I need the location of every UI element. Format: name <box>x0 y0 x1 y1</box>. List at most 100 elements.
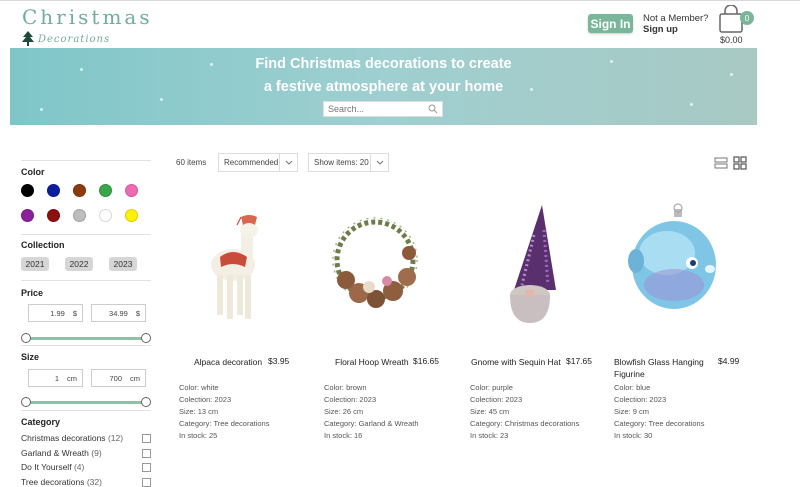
category-checkbox[interactable] <box>142 462 151 472</box>
chevron-down-icon <box>370 154 388 171</box>
size-slider-track[interactable] <box>26 401 146 404</box>
product-size: Size: 45 cm <box>470 407 510 416</box>
search-icon[interactable] <box>428 104 438 114</box>
divider <box>21 280 151 281</box>
color-swatch[interactable] <box>47 184 60 197</box>
product-name[interactable]: Blowfish Glass Hanging Figurine <box>614 356 704 380</box>
wreath-image[interactable] <box>321 195 461 330</box>
gnome-image[interactable] <box>466 195 606 330</box>
not-member-text: Not a Member? <box>643 13 709 24</box>
top-border <box>0 0 800 1</box>
search-input[interactable] <box>328 104 428 114</box>
year-2021-chip[interactable]: 2021 <box>21 257 49 271</box>
product-stock: In stock: 16 <box>324 431 363 440</box>
product-color: Color: white <box>179 383 219 392</box>
hero-heading: Find Christmas decorations to create a f… <box>10 53 757 99</box>
year-2022-chip[interactable]: 2022 <box>65 257 93 271</box>
product-category: Category: Tree decorations <box>179 419 270 428</box>
color-swatch[interactable] <box>47 209 60 222</box>
product-size: Size: 26 cm <box>324 407 364 416</box>
size-slider-max-handle[interactable] <box>141 397 151 407</box>
brand-logo[interactable]: Christmas Decorations <box>22 5 153 47</box>
product-collection: Colection: 2023 <box>324 395 377 404</box>
product-size: Size: 13 cm <box>179 407 219 416</box>
cart-button[interactable]: 0 $0.00 <box>716 5 756 47</box>
category-checkbox[interactable] <box>142 433 151 443</box>
category-count: (32) <box>86 477 102 487</box>
product-name[interactable]: Alpaca decoration <box>194 356 262 368</box>
price-min-value: 1.99 <box>50 308 65 318</box>
category-checkbox[interactable] <box>142 448 151 458</box>
christmas-tree-icon <box>22 31 34 46</box>
sign-up-link[interactable]: Sign up <box>643 24 708 35</box>
color-swatch[interactable] <box>73 184 86 197</box>
product-details: Color: brown Colection: 2023 Size: 26 cm… <box>324 382 419 442</box>
year-2023-chip[interactable]: 2023 <box>109 257 137 271</box>
product-price: $3.95 <box>268 356 290 366</box>
sort-select[interactable]: Recommended <box>218 153 298 172</box>
size-max-field[interactable]: 700 cm <box>91 369 146 387</box>
blowfish-image[interactable] <box>612 195 752 330</box>
product-name-line2: Figurine <box>614 369 645 379</box>
color-filter-heading: Color <box>21 167 45 177</box>
product-size: Size: 9 cm <box>614 407 650 416</box>
color-swatch[interactable] <box>21 184 34 197</box>
color-swatch[interactable] <box>21 209 34 222</box>
alpaca-image[interactable] <box>175 195 315 330</box>
size-max-unit: cm <box>130 373 140 383</box>
size-max-value: 700 <box>109 373 122 383</box>
brand-subtitle-row: Decorations <box>22 31 153 47</box>
sign-in-button[interactable]: Sign In <box>588 14 633 33</box>
product-details: Color: blue Colection: 2023 Size: 9 cm C… <box>614 382 704 442</box>
show-items-select[interactable]: Show items: 20 <box>308 153 389 172</box>
brand-subtitle: Decorations <box>38 33 111 45</box>
product-stock: In stock: 23 <box>470 431 509 440</box>
product-color: Color: purple <box>470 383 513 392</box>
price-max-field[interactable]: 34.99 $ <box>91 304 146 322</box>
color-swatch[interactable] <box>73 209 86 222</box>
category-checkbox[interactable] <box>142 477 151 487</box>
search-box[interactable] <box>323 101 443 117</box>
price-filter-heading: Price <box>21 288 44 298</box>
product-stock: In stock: 30 <box>614 431 653 440</box>
price-max-value: 34.99 <box>109 308 128 318</box>
size-min-unit: cm <box>67 373 77 383</box>
chevron-down-icon <box>279 154 297 171</box>
list-view-icon[interactable] <box>714 156 728 170</box>
product-name[interactable]: Floral Hoop Wreath <box>335 356 409 368</box>
category-count: (4) <box>73 462 85 472</box>
category-row[interactable]: Tree decorations (32) <box>21 477 151 487</box>
divider <box>21 410 151 411</box>
product-category: Category: Garland & Wreath <box>324 419 419 428</box>
product-price: $17.65 <box>566 356 592 366</box>
category-row[interactable]: Christmas decorations (12) <box>21 433 151 443</box>
divider <box>21 345 151 346</box>
product-collection: Colection: 2023 <box>614 395 667 404</box>
color-swatch[interactable] <box>125 184 138 197</box>
color-swatch[interactable] <box>125 209 138 222</box>
category-name: Christmas decorations <box>21 433 106 443</box>
color-swatch[interactable] <box>99 184 112 197</box>
price-slider-track[interactable] <box>26 337 146 340</box>
grid-view-icon[interactable] <box>733 156 747 170</box>
hero-line-1: Find Christmas decorations to create <box>255 56 512 72</box>
product-category: Category: Christmas decorations <box>470 419 580 428</box>
collection-filter-heading: Collection <box>21 240 65 250</box>
product-color: Color: brown <box>324 383 367 392</box>
category-name: Garland & Wreath <box>21 448 89 458</box>
price-min-unit: $ <box>72 308 77 318</box>
size-min-field[interactable]: 1 cm <box>28 369 83 387</box>
product-name[interactable]: Gnome with Sequin Hat <box>471 356 561 368</box>
price-min-field[interactable]: 1.99 $ <box>28 304 83 322</box>
color-swatch[interactable] <box>99 209 112 222</box>
product-price: $4.99 <box>718 356 740 366</box>
show-items-value: Show items: 20 <box>314 158 369 167</box>
category-row[interactable]: Do It Yourself (4) <box>21 462 151 472</box>
category-count: (12) <box>107 433 124 443</box>
category-row[interactable]: Garland & Wreath (9) <box>21 448 151 458</box>
brand-title: Christmas <box>22 5 153 29</box>
divider <box>21 160 151 161</box>
price-slider-max-handle[interactable] <box>141 333 151 343</box>
size-slider-min-handle[interactable] <box>21 397 31 407</box>
price-slider-min-handle[interactable] <box>21 333 31 343</box>
